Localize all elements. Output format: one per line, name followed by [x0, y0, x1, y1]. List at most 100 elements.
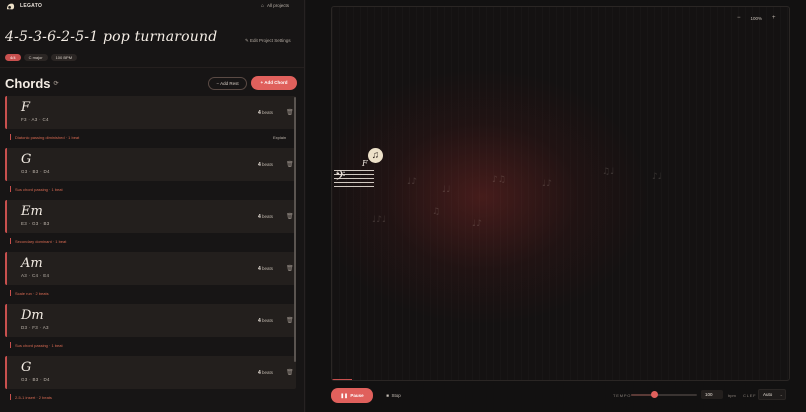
transition-label[interactable]: 2-5-1 insert · 2 beats [15, 395, 52, 400]
chord-notes: F3 · A3 · C4 [21, 117, 49, 122]
zoom-out-icon[interactable]: − [737, 15, 741, 21]
transition-label[interactable]: Scale run · 2 beats [15, 291, 49, 296]
add-rest-label: Add Rest [220, 81, 239, 86]
beats-input[interactable]: 4 beats [258, 266, 273, 272]
transition-marker [10, 134, 11, 140]
chord-name: G [21, 152, 32, 167]
transition-row: Sus chord passing · 1 beat [5, 337, 296, 356]
pause-button[interactable]: ❚❚ Pause [331, 388, 373, 403]
home-icon: ⌂ [261, 3, 265, 9]
add-chord-label: Add Chord [264, 80, 288, 85]
chord-list-scrollbar[interactable] [294, 97, 296, 362]
stop-icon: ■ [386, 393, 389, 398]
trash-icon[interactable]: 🗑 [286, 265, 294, 272]
edit-project-settings-link[interactable]: ✎ Edit Project Settings [245, 38, 291, 44]
tempo-slider[interactable] [631, 391, 697, 398]
beats-input[interactable]: 4 beats [258, 318, 273, 324]
transition-marker [10, 290, 11, 296]
project-title: 4-5-3-6-2-5-1 pop turnaround [5, 29, 218, 45]
score-stage[interactable]: − 100% + 𝄢 F ♫ ♩♪ ♩♩ ♪♫ ♩♪ ♫♩ ♪♩ ♩♪♩ ♫ ♩… [331, 6, 790, 381]
project-tags: 4/4 C major 100 BPM [5, 54, 78, 61]
top-bar: LEGATO ⌂ All projects [0, 0, 304, 14]
trash-icon[interactable]: 🗑 [286, 109, 294, 116]
chord-name: G [21, 360, 32, 375]
plus-icon: + [260, 80, 264, 85]
chord-name: F [21, 100, 31, 115]
beats-value: 4 [258, 318, 261, 324]
bass-clef-icon: 𝄢 [335, 168, 346, 187]
chord-card[interactable]: F F3 · A3 · C4 4 beats 🗑 [5, 96, 296, 129]
transition-marker [10, 238, 11, 244]
beats-input[interactable]: 4 beats [258, 162, 273, 168]
edit-settings-label: Edit Project Settings [250, 38, 291, 43]
transition-row: 2-5-1 insert · 2 beats [5, 389, 296, 408]
tempo-slider-thumb[interactable] [650, 391, 658, 398]
chord-card[interactable]: G G3 · B3 · D4 4 beats 🗑 [5, 148, 296, 181]
beats-label: beats [262, 214, 274, 219]
chord-notes: E3 · G3 · B3 [21, 221, 50, 226]
refresh-icon[interactable]: ⟳ [54, 81, 59, 87]
tempo-input[interactable]: 100 [701, 390, 723, 399]
pause-icon: ❚❚ [340, 393, 348, 398]
beats-input[interactable]: 4 beats [258, 214, 273, 220]
transition-row: Diatonic passing diminished · 1 beat Exp… [5, 129, 296, 148]
transition-label[interactable]: Sus chord passing · 1 beat [15, 187, 63, 192]
chord-notes: G3 · B3 · D4 [21, 377, 50, 382]
trash-icon[interactable]: 🗑 [286, 317, 294, 324]
time-signature-tag: 4/4 [5, 54, 21, 61]
all-projects-link[interactable]: ⌂ All projects [261, 3, 289, 9]
pause-label: Pause [350, 393, 364, 398]
chord-name: Dm [21, 308, 44, 323]
chords-heading-label: Chords [5, 76, 51, 91]
current-chord-label: F [362, 159, 368, 168]
beats-label: beats [262, 318, 274, 323]
chord-name: Am [21, 256, 43, 271]
zoom-in-icon[interactable]: + [772, 15, 776, 21]
chord-card[interactable]: Em E3 · G3 · B3 4 beats 🗑 [5, 200, 296, 233]
tempo-tag: 100 BPM [50, 54, 78, 61]
chords-heading: Chords ⟳ [5, 76, 59, 91]
key-tag: C major [23, 54, 48, 61]
all-projects-label: All projects [267, 3, 290, 8]
zoom-controls: − 100% + [737, 15, 776, 21]
stop-label: Stop [391, 393, 401, 398]
score-panel: − 100% + 𝄢 F ♫ ♩♪ ♩♩ ♪♫ ♩♪ ♫♩ ♪♩ ♩♪♩ ♫ ♩… [306, 0, 806, 412]
trash-icon[interactable]: 🗑 [286, 369, 294, 376]
transition-marker [10, 186, 11, 192]
beats-value: 4 [258, 162, 261, 168]
stop-button[interactable]: ■ Stop [377, 388, 410, 403]
beats-value: 4 [258, 370, 261, 376]
transition-row: Sus chord passing · 1 beat [5, 181, 296, 200]
chevron-down-icon: ⌄ [779, 392, 783, 397]
chord-card[interactable]: G G3 · B3 · D4 4 beats 🗑 [5, 356, 296, 389]
playback-progress [332, 379, 352, 380]
music-note-icon: ♫ [368, 148, 383, 163]
transition-row: Scale run · 2 beats [5, 285, 296, 304]
transition-label[interactable]: Sus chord passing · 1 beat [15, 343, 63, 348]
add-rest-button[interactable]: − Add Rest [208, 77, 247, 90]
chord-notes: G3 · B3 · D4 [21, 169, 50, 174]
legato-logo-icon[interactable] [6, 2, 15, 11]
trash-icon[interactable]: 🗑 [286, 161, 294, 168]
zoom-level: 100% [750, 15, 763, 21]
chord-card[interactable]: Dm D3 · F3 · A3 4 beats 🗑 [5, 304, 296, 337]
chord-card[interactable]: Am A3 · C4 · E4 4 beats 🗑 [5, 252, 296, 285]
pencil-icon: ✎ [245, 38, 249, 43]
beats-label: beats [262, 370, 274, 375]
beats-label: beats [262, 110, 274, 115]
transition-label[interactable]: Secondary dominant · 1 beat [15, 239, 66, 244]
explain-button[interactable]: Explain [273, 135, 286, 140]
transition-label[interactable]: Diatonic passing diminished · 1 beat [15, 135, 79, 140]
clef-select[interactable]: Auto ⌄ [758, 389, 786, 400]
beats-input[interactable]: 4 beats [258, 370, 273, 376]
transition-marker [10, 394, 11, 400]
transition-row: Secondary dominant · 1 beat [5, 233, 296, 252]
add-chord-button[interactable]: + Add Chord [251, 76, 297, 90]
beats-input[interactable]: 4 beats [258, 110, 273, 116]
brand-name[interactable]: LEGATO [20, 3, 42, 9]
chord-notes: D3 · F3 · A3 [21, 325, 49, 330]
chord-editor-panel: LEGATO ⌂ All projects 4-5-3-6-2-5-1 pop … [0, 0, 305, 412]
trash-icon[interactable]: 🗑 [286, 213, 294, 220]
divider [0, 67, 304, 68]
beats-value: 4 [258, 214, 261, 220]
